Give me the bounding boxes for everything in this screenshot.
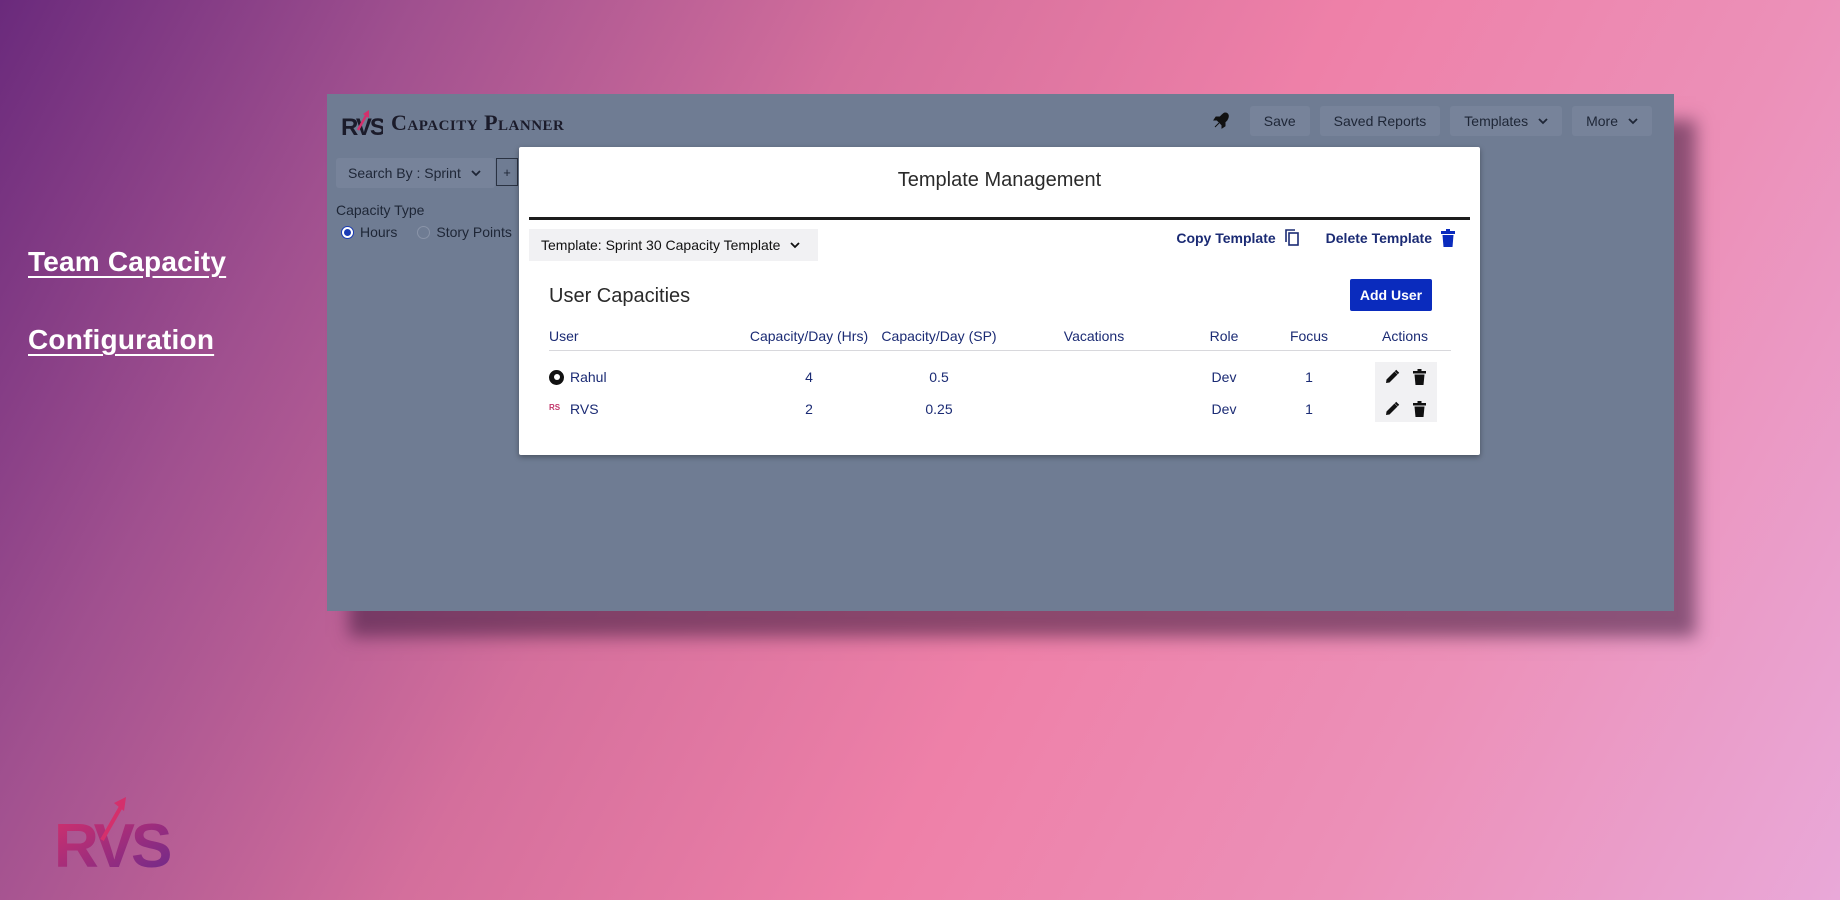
col-capacity-hrs: Capacity/Day (Hrs) bbox=[749, 328, 869, 344]
search-by-dropdown[interactable]: Search By : Sprint bbox=[336, 158, 495, 188]
copy-template-label: Copy Template bbox=[1176, 230, 1276, 246]
team-capacity-link[interactable]: Team Capacity bbox=[28, 246, 226, 278]
col-vacations: Vacations bbox=[1063, 328, 1125, 344]
copy-template-button[interactable]: Copy Template bbox=[1176, 229, 1299, 247]
save-label: Save bbox=[1263, 113, 1296, 129]
templates-dropdown[interactable]: Templates bbox=[1450, 106, 1563, 136]
capacity-type-options: Hours Story Points bbox=[341, 224, 512, 240]
template-select-label: Template: Sprint 30 Capacity Template bbox=[541, 237, 781, 253]
role-value: Dev bbox=[1211, 401, 1237, 417]
toolbar: Save Saved Reports Templates More bbox=[1210, 106, 1652, 136]
table-row: Rahul 4 0.5 Dev 1 bbox=[549, 361, 1451, 393]
configuration-link[interactable]: Configuration bbox=[28, 324, 214, 356]
story-points-label: Story Points bbox=[436, 224, 512, 240]
col-capacity-sp: Capacity/Day (SP) bbox=[881, 328, 997, 344]
rvs-avatar: RS bbox=[549, 393, 564, 425]
chevron-down-icon bbox=[1628, 118, 1638, 125]
app-title: Capacity Planner bbox=[391, 110, 565, 135]
save-button[interactable]: Save bbox=[1249, 106, 1310, 136]
capacity-hrs-value: 2 bbox=[805, 401, 813, 417]
rocket-icon[interactable] bbox=[1210, 110, 1232, 132]
delete-template-label: Delete Template bbox=[1325, 230, 1432, 246]
col-role: Role bbox=[1209, 328, 1239, 344]
templates-label: Templates bbox=[1464, 113, 1529, 129]
capacity-sp-value: 0.25 bbox=[925, 401, 953, 417]
template-actions: Copy Template Delete Template bbox=[1176, 229, 1456, 247]
capacity-sp-value: 0.5 bbox=[929, 369, 949, 385]
template-select[interactable]: Template: Sprint 30 Capacity Template bbox=[529, 229, 819, 261]
row-actions bbox=[1373, 393, 1437, 425]
add-button[interactable]: + bbox=[496, 158, 518, 186]
user-name: RVS bbox=[570, 401, 599, 417]
brand: RVS Capacity Planner bbox=[341, 108, 564, 138]
chevron-down-icon bbox=[471, 170, 481, 177]
app-window: RVS Capacity Planner Save Saved Reports … bbox=[327, 94, 1674, 611]
table-row: RS RVS 2 0.25 Dev 1 bbox=[549, 393, 1451, 425]
copy-icon bbox=[1284, 229, 1299, 246]
saved-reports-label: Saved Reports bbox=[1333, 113, 1427, 129]
trash-icon[interactable] bbox=[1412, 369, 1427, 385]
col-user: User bbox=[549, 328, 579, 344]
avatar bbox=[549, 369, 564, 385]
rvs-brand-icon: RVS bbox=[341, 110, 383, 138]
svg-text:RVS: RVS bbox=[341, 114, 383, 138]
trash-icon bbox=[1441, 229, 1455, 247]
user-name: Rahul bbox=[570, 369, 607, 385]
trash-icon[interactable] bbox=[1412, 401, 1427, 417]
hours-label: Hours bbox=[360, 224, 398, 240]
delete-template-button[interactable]: Delete Template bbox=[1326, 229, 1456, 247]
svg-text:RS: RS bbox=[549, 403, 561, 411]
user-cell: RS RVS bbox=[549, 393, 599, 425]
table-header: User Capacity/Day (Hrs) Capacity/Day (SP… bbox=[549, 322, 1451, 351]
story-points-radio[interactable] bbox=[417, 225, 431, 239]
pencil-icon[interactable] bbox=[1384, 369, 1400, 385]
more-label: More bbox=[1586, 113, 1618, 129]
user-cell: Rahul bbox=[549, 361, 607, 393]
focus-value: 1 bbox=[1305, 401, 1313, 417]
row-actions bbox=[1373, 361, 1437, 393]
hours-radio[interactable] bbox=[341, 225, 354, 239]
chevron-down-icon bbox=[790, 242, 801, 249]
top-bar: RVS Capacity Planner Save Saved Reports … bbox=[327, 94, 1674, 150]
chevron-down-icon bbox=[1538, 118, 1548, 125]
more-dropdown[interactable]: More bbox=[1572, 106, 1652, 136]
focus-value: 1 bbox=[1305, 369, 1313, 385]
pencil-icon[interactable] bbox=[1384, 401, 1400, 417]
divider bbox=[529, 217, 1470, 220]
user-capacities-title: User Capacities bbox=[549, 285, 691, 307]
template-management-modal: Template Management Template: Sprint 30 … bbox=[519, 147, 1480, 455]
rvs-logo: RVS bbox=[54, 797, 172, 875]
user-capacities-table: User Capacity/Day (Hrs) Capacity/Day (SP… bbox=[549, 322, 1451, 425]
col-focus: Focus bbox=[1289, 328, 1329, 344]
saved-reports-button[interactable]: Saved Reports bbox=[1319, 106, 1441, 136]
col-actions: Actions bbox=[1382, 328, 1428, 344]
modal-title: Template Management bbox=[897, 169, 1102, 191]
search-by-label: Search By : Sprint bbox=[348, 165, 461, 181]
add-user-button[interactable]: Add User bbox=[1350, 279, 1432, 311]
capacity-hrs-value: 4 bbox=[805, 369, 813, 385]
capacity-type-label: Capacity Type bbox=[336, 202, 425, 218]
role-value: Dev bbox=[1211, 369, 1237, 385]
